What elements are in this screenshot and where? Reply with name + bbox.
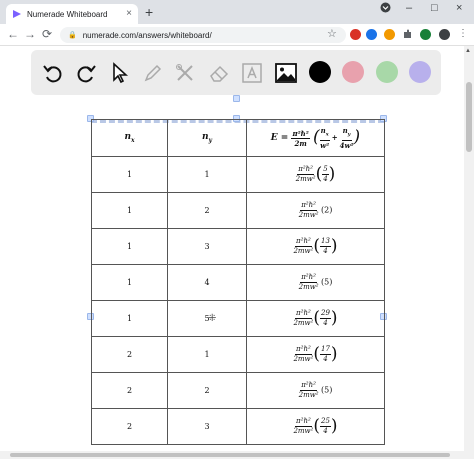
vertical-scroll-thumb[interactable] <box>466 82 472 152</box>
table-row: 1 5 π²ℏ² 2mw²(29 4) <box>91 300 385 337</box>
back-button[interactable]: ← <box>7 27 19 41</box>
cell-nx: 2 <box>91 336 168 373</box>
numerade-logo-icon <box>12 9 22 19</box>
profile-avatar-icon[interactable] <box>439 29 450 40</box>
cell-nx: 2 <box>91 372 168 409</box>
url-text: numerade.com/answers/whiteboard/ <box>82 30 212 40</box>
minimize-button[interactable]: – <box>406 2 412 14</box>
table-row: 1 3 π²ℏ² 2mw²(13 4) <box>91 228 385 265</box>
color-black-swatch[interactable] <box>309 61 331 83</box>
maximize-button[interactable]: □ <box>431 2 438 14</box>
header-nx: nx <box>91 119 168 157</box>
cell-ny: 2 <box>167 192 247 229</box>
lock-icon: 🔒 <box>68 32 77 39</box>
header-ny: ny <box>167 119 247 157</box>
puzzle-extension-icon[interactable] <box>402 29 413 40</box>
cell-ny: 1 <box>167 156 247 193</box>
tab-bar: Numerade Whiteboard × + – □ × <box>0 0 474 24</box>
bookmark-star-icon[interactable]: ☆ <box>327 27 337 40</box>
cell-ny: 5 <box>167 300 247 337</box>
eraser-icon[interactable] <box>207 61 231 85</box>
cell-energy: π²ℏ² 2mw² (5) <box>246 264 385 301</box>
cell-nx: 1 <box>91 228 168 265</box>
cell-ny: 3 <box>167 228 247 265</box>
pen-icon[interactable] <box>141 61 165 85</box>
image-icon[interactable] <box>274 61 298 85</box>
select-pointer-icon[interactable] <box>108 61 132 85</box>
cell-nx: 1 <box>91 300 168 337</box>
cell-ny: 1 <box>167 336 247 373</box>
browser-toolbar: ← → ⟳ 🔒 numerade.com/answers/whiteboard/… <box>0 24 474 46</box>
cell-nx: 2 <box>91 408 168 445</box>
move-cursor-icon: ⁜ <box>208 313 217 324</box>
forward-button[interactable]: → <box>24 27 36 41</box>
blue-extension-icon[interactable] <box>366 29 377 40</box>
cell-energy: π²ℏ² 2mw² (5) <box>246 372 385 409</box>
text-icon[interactable] <box>240 61 264 85</box>
cell-energy: π²ℏ² 2mw²(13 4) <box>246 228 385 265</box>
close-window-button[interactable]: × <box>456 2 462 14</box>
undo-icon[interactable] <box>41 61 65 85</box>
cell-ny: 4 <box>167 264 247 301</box>
green-extension-icon[interactable] <box>420 29 431 40</box>
red-extension-icon[interactable] <box>350 29 361 40</box>
rotate-handle[interactable] <box>233 95 240 102</box>
tab-title: Numerade Whiteboard <box>27 9 108 19</box>
scroll-up-arrow-icon[interactable]: ▲ <box>465 48 471 54</box>
color-purple-swatch[interactable] <box>409 61 431 83</box>
cell-energy: π²ℏ² 2mw²(5 4) <box>246 156 385 193</box>
orange-extension-icon[interactable] <box>384 29 395 40</box>
cell-nx: 1 <box>91 192 168 229</box>
header-energy-formula: E = π²ℏ² 2m ( nx w² + ny 4w² ) <box>246 119 385 157</box>
cell-ny: 3 <box>167 408 247 445</box>
address-bar[interactable]: 🔒 numerade.com/answers/whiteboard/ <box>60 27 346 43</box>
cell-nx: 1 <box>91 264 168 301</box>
reload-button[interactable]: ⟳ <box>42 27 52 41</box>
table-row: 2 1 π²ℏ² 2mw²(17 4) <box>91 336 385 373</box>
cell-nx: 1 <box>91 156 168 193</box>
vertical-scrollbar[interactable]: ▲ <box>464 46 474 459</box>
new-tab-button[interactable]: + <box>145 5 153 19</box>
menu-icon[interactable]: ⋮ <box>458 28 468 39</box>
horizontal-scroll-thumb[interactable] <box>10 453 450 457</box>
color-green-swatch[interactable] <box>376 61 398 83</box>
horizontal-scrollbar[interactable] <box>0 451 464 459</box>
tab-numerade-whiteboard[interactable]: Numerade Whiteboard × <box>6 4 138 24</box>
table-row: 1 2 π²ℏ² 2mw² (2) <box>91 192 385 229</box>
cell-ny: 2 <box>167 372 247 409</box>
table-header-row: nx ny E = π²ℏ² 2m ( nx w² + ny 4w² ) <box>91 119 385 157</box>
cell-energy: π²ℏ² 2mw²(25 4) <box>246 408 385 445</box>
cell-energy: π²ℏ² 2mw² (2) <box>246 192 385 229</box>
table-row: 2 2 π²ℏ² 2mw² (5) <box>91 372 385 409</box>
tab-close-icon[interactable]: × <box>126 8 132 19</box>
table-row: 2 3 π²ℏ² 2mw²(25 4) <box>91 408 385 445</box>
color-pink-swatch[interactable] <box>342 61 364 83</box>
tab-search-icon[interactable] <box>380 2 391 16</box>
cell-energy: π²ℏ² 2mw²(29 4) <box>246 300 385 337</box>
energy-table[interactable]: nx ny E = π²ℏ² 2m ( nx w² + ny 4w² ) 1 1 π²ℏ²… <box>91 119 385 445</box>
redo-icon[interactable] <box>74 61 98 85</box>
table-row: 1 4 π²ℏ² 2mw² (5) <box>91 264 385 301</box>
tools-icon[interactable] <box>173 61 197 85</box>
cell-energy: π²ℏ² 2mw²(17 4) <box>246 336 385 373</box>
table-row: 1 1 π²ℏ² 2mw²(5 4) <box>91 156 385 193</box>
